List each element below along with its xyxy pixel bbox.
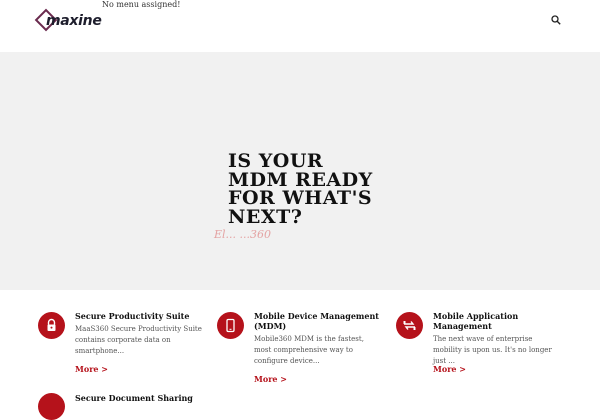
feature-description: MaaS360 Secure Productivity Suite contai… [75, 325, 202, 355]
feature-mdm: Mobile Device Management (MDM) Mobile360… [217, 311, 387, 386]
hero-subtitle: El... ...360 [214, 228, 272, 241]
feature-title: Mobile Device Management (MDM) [254, 311, 379, 331]
feature-document-sharing: Secure Document Sharing [38, 393, 208, 420]
site-header: maxine No menu assigned! [0, 0, 600, 52]
feature-description: Mobile360 MDM is the fastest, most compr… [254, 335, 364, 365]
feature-title: Secure Productivity Suite [75, 311, 190, 321]
feature-secure-productivity: Secure Productivity Suite MaaS360 Secure… [38, 311, 208, 382]
feature-mam: Mobile Application Management The next w… [396, 311, 566, 386]
smartphone-icon [217, 312, 244, 339]
hero-title: IS YOUR MDM READY FOR WHAT'S NEXT? [228, 150, 373, 228]
lock-icon [38, 312, 65, 339]
share-icon [38, 393, 65, 420]
site-logo[interactable]: maxine [34, 8, 102, 35]
more-link[interactable]: More > [75, 364, 108, 374]
menu-notice: No menu assigned! [102, 0, 181, 9]
feature-title: Secure Document Sharing [75, 393, 193, 403]
sync-icon [396, 312, 423, 339]
more-link[interactable]: More > [254, 374, 287, 384]
feature-description: The next wave of enterprise mobility is … [433, 335, 552, 365]
hero-banner: El... ...360 IS YOUR MDM READY FOR WHAT'… [0, 52, 600, 290]
search-icon[interactable] [551, 15, 561, 25]
feature-title: Mobile Application Management [433, 311, 519, 331]
more-link[interactable]: More > [433, 364, 466, 374]
logo-text: maxine [46, 13, 102, 29]
